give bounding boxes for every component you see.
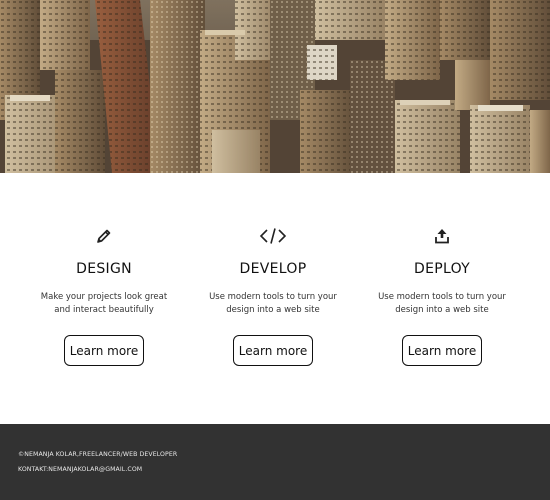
feature-title: DEVELOP [239,261,307,277]
city-skyline-illustration [0,0,550,173]
features-section: DESIGN Make your projects look great and… [0,173,550,424]
footer: ©NEMANJA KOLAR,FREELANCER/WEB DEVELOPER … [0,424,550,500]
footer-contact: KONTAKT:NEMANJAKOLAR@GMAIL.COM [18,466,143,473]
footer-copyright: ©NEMANJA KOLAR,FREELANCER/WEB DEVELOPER [18,451,178,458]
upload-icon [435,225,449,247]
hero-city-image [0,0,550,173]
feature-description: Use modern tools to turn your design int… [209,292,337,315]
feature-title: DEPLOY [414,261,470,277]
learn-more-button[interactable]: Learn more [233,335,313,366]
pencil-icon [96,225,112,247]
code-icon [259,225,287,247]
feature-title: DESIGN [76,261,132,277]
feature-description: Use modern tools to turn your design int… [378,292,506,315]
learn-more-button[interactable]: Learn more [64,335,144,366]
feature-description: Make your projects look great and intera… [40,292,168,315]
learn-more-button[interactable]: Learn more [402,335,482,366]
